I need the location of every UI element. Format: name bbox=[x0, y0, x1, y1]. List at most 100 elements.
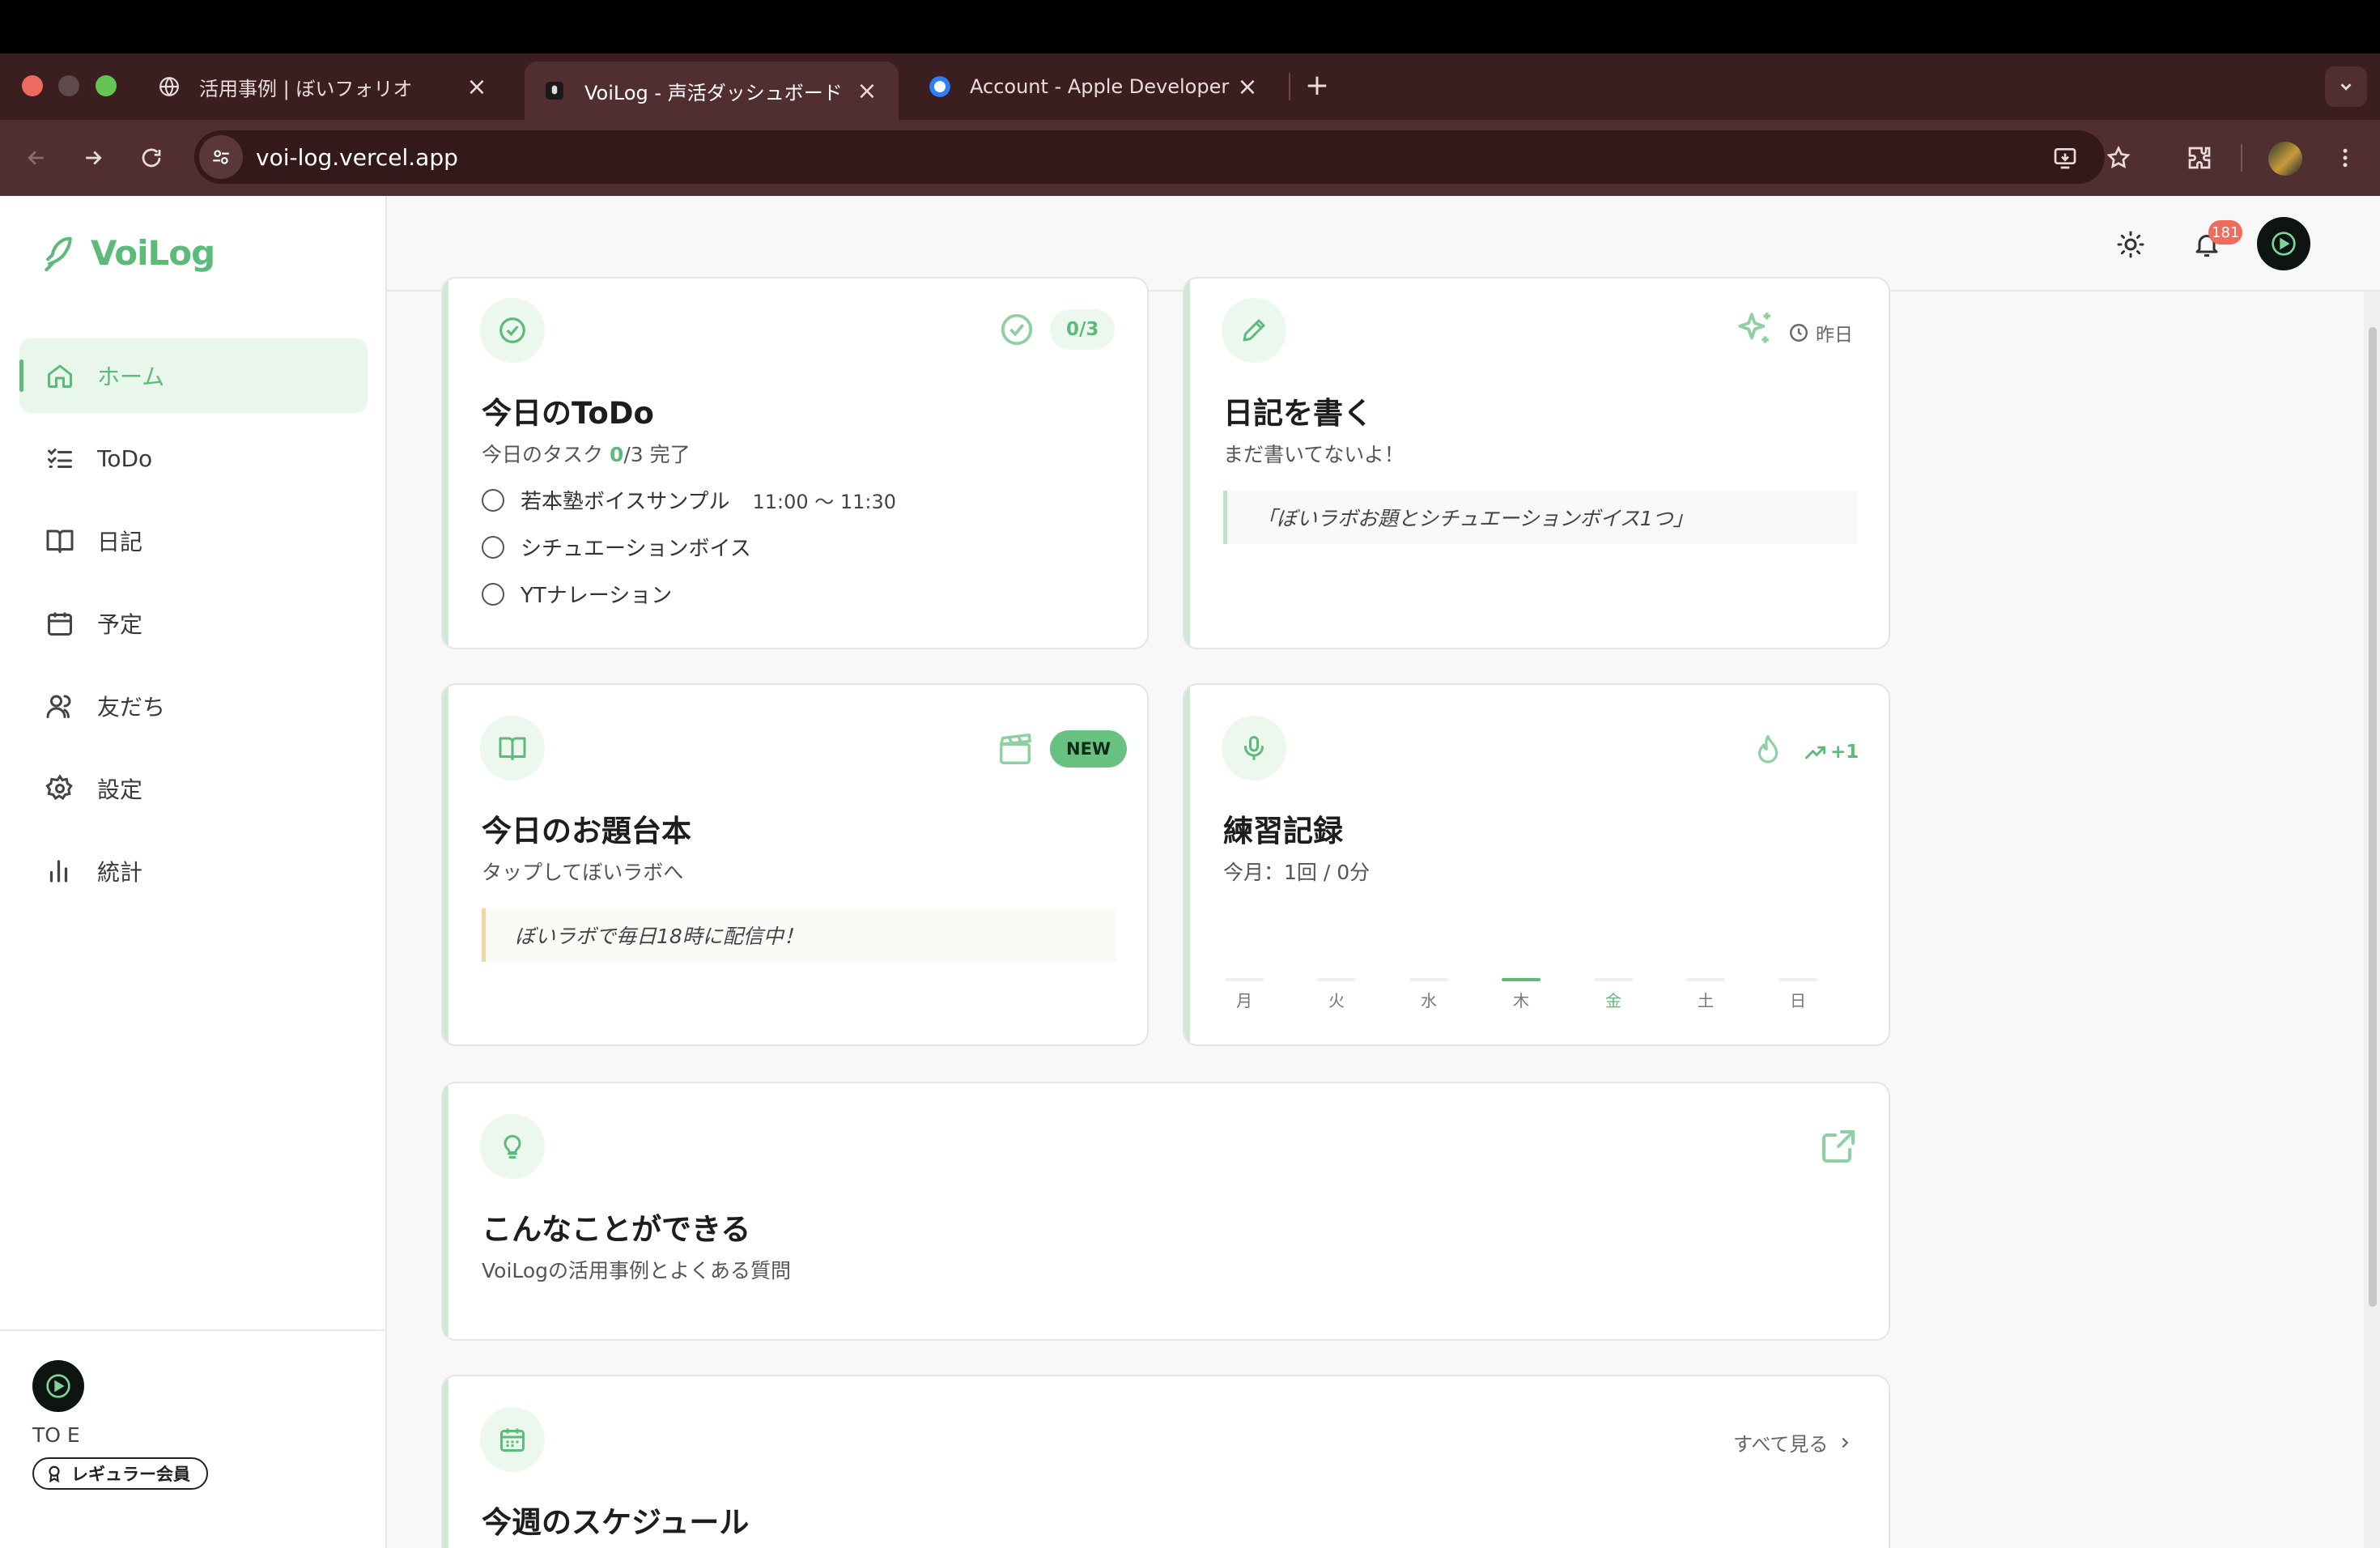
install-app-button[interactable] bbox=[2046, 139, 2084, 176]
new-tab-button[interactable]: + bbox=[1300, 65, 1334, 105]
sidebar-item-diary[interactable]: 日記 bbox=[19, 504, 368, 578]
card-subtitle: タップしてぼいラボへ bbox=[482, 861, 684, 884]
close-window-button[interactable] bbox=[22, 75, 43, 96]
member-badge-label: レギュラー会員 bbox=[71, 1465, 190, 1484]
day-label: 日 bbox=[1790, 991, 1806, 1010]
sidebar-item-schedule[interactable]: 予定 bbox=[19, 586, 368, 661]
user-avatar[interactable] bbox=[32, 1360, 84, 1412]
header-avatar[interactable] bbox=[2257, 217, 2310, 270]
clapperboard-icon bbox=[997, 730, 1034, 771]
day-label: 金 bbox=[1605, 991, 1621, 1010]
card-title: 今日のToDo bbox=[482, 396, 654, 431]
todo-item-label: シチュエーションボイス bbox=[521, 537, 751, 561]
pencil-icon bbox=[1222, 298, 1286, 363]
todo-item[interactable]: YTナレーション bbox=[482, 579, 672, 609]
url-text: voi-log.vercel.app bbox=[256, 143, 458, 171]
close-tab-icon[interactable]: × bbox=[853, 77, 881, 105]
browser-tab-2[interactable]: VoiLog - 声活ダッシュボード × bbox=[525, 62, 899, 120]
todo-checkbox[interactable] bbox=[482, 582, 504, 606]
features-card[interactable]: こんなことができる VoiLogの活用事例とよくある質問 bbox=[441, 1082, 1890, 1341]
member-badge: レギュラー会員 bbox=[32, 1457, 208, 1490]
award-icon bbox=[49, 1465, 60, 1482]
browser-tab-3[interactable]: Account - Apple Developer × bbox=[910, 62, 1279, 112]
notification-count-badge: 181 bbox=[2208, 220, 2243, 245]
bookmark-button[interactable] bbox=[2100, 139, 2137, 176]
sidebar-item-label: ToDo bbox=[97, 444, 153, 472]
sparkles-icon bbox=[1735, 309, 1775, 353]
reload-icon bbox=[142, 148, 161, 168]
todo-card[interactable]: 0/3 今日のToDo 今日のタスク 0/3 完了 若本塾ボイスサンプル 11:… bbox=[441, 277, 1149, 649]
script-card[interactable]: NEW 今日のお題台本 タップしてぼいラボへ ぼいラボで毎日18時に配信中！ bbox=[441, 683, 1149, 1046]
reload-button[interactable] bbox=[133, 139, 170, 176]
notifications-button[interactable]: 181 bbox=[2181, 219, 2243, 270]
browser-tab-1[interactable]: 活用事例 | ぼいフォリオ × bbox=[139, 62, 508, 112]
todo-item-time: 11:00 〜 11:30 bbox=[752, 491, 897, 513]
sidebar-item-stats[interactable]: 統計 bbox=[19, 834, 368, 908]
install-app-icon bbox=[2054, 148, 2076, 169]
todo-summary-prefix: 今日のタスク bbox=[482, 443, 610, 466]
logo[interactable]: VoiLog bbox=[40, 233, 215, 273]
card-title: 練習記録 bbox=[1223, 814, 1343, 848]
card-title: 今週のスケジュール bbox=[482, 1505, 750, 1540]
todo-summary-suffix: 完了 bbox=[643, 443, 691, 466]
todo-item[interactable]: 若本塾ボイスサンプル 11:00 〜 11:30 bbox=[482, 485, 896, 515]
todo-item[interactable]: シチュエーションボイス bbox=[482, 532, 751, 562]
calendar-icon bbox=[44, 607, 76, 640]
sidebar-item-label: 予定 bbox=[97, 611, 143, 638]
sidebar-item-todo[interactable]: ToDo bbox=[19, 421, 368, 495]
profile-avatar[interactable] bbox=[2268, 142, 2302, 176]
schedule-card[interactable]: すべて見る 今週のスケジュール bbox=[441, 1375, 1890, 1548]
forward-button[interactable] bbox=[74, 139, 112, 176]
calendar-icon bbox=[480, 1407, 545, 1472]
close-tab-icon[interactable]: × bbox=[1234, 73, 1261, 101]
card-title: こんなことができる bbox=[482, 1212, 751, 1247]
chevron-right-icon bbox=[1842, 1437, 1849, 1448]
sidebar-item-friends[interactable]: 友だち bbox=[19, 669, 368, 743]
practice-card[interactable]: +1 練習記録 今月：1回 / 0分 月 火 水 木 金 土 日 bbox=[1183, 683, 1890, 1046]
day-bar bbox=[1409, 978, 1448, 981]
diary-card[interactable]: 昨日 日記を書く まだ書いてないよ！ 「ぼいラボお題とシチュエーションボイス1つ… bbox=[1183, 277, 1890, 649]
external-link-icon[interactable] bbox=[1819, 1127, 1858, 1169]
todo-summary-done: 0 bbox=[609, 443, 624, 466]
user-panel: TO E レギュラー会員 bbox=[0, 1329, 387, 1548]
more-vertical-icon bbox=[2343, 148, 2348, 168]
gear-icon bbox=[44, 772, 76, 805]
extensions-button[interactable] bbox=[2181, 139, 2218, 176]
tab-title: 活用事例 | ぼいフォリオ bbox=[199, 77, 413, 100]
scrollbar-thumb[interactable] bbox=[2369, 327, 2377, 1307]
sidebar-item-settings[interactable]: 設定 bbox=[19, 751, 368, 826]
address-bar[interactable]: voi-log.vercel.app bbox=[194, 130, 2105, 184]
diary-meta-label: 昨日 bbox=[1816, 325, 1853, 346]
practice-trend: +1 bbox=[1804, 742, 1859, 763]
home-icon bbox=[44, 359, 76, 392]
sidebar-item-home[interactable]: ホーム bbox=[19, 338, 368, 413]
site-info-icon[interactable] bbox=[199, 135, 243, 179]
screen-top-edge bbox=[0, 0, 2380, 53]
arrow-right-icon bbox=[86, 151, 102, 165]
sidebar-item-label: 統計 bbox=[97, 859, 143, 886]
check-circle-icon bbox=[998, 311, 1035, 351]
day-bar bbox=[1686, 978, 1725, 981]
tab-search-button[interactable] bbox=[2325, 66, 2367, 107]
back-button[interactable] bbox=[18, 139, 55, 176]
theme-toggle-button[interactable] bbox=[2105, 219, 2157, 270]
app-root: VoiLog ホーム ToDo 日記 予定 友だち 設定 統計 TO E レギュ… bbox=[0, 196, 2380, 1548]
minimize-window-button[interactable] bbox=[58, 75, 79, 96]
practice-trend-label: +1 bbox=[1830, 742, 1859, 763]
todo-checkbox[interactable] bbox=[482, 488, 504, 512]
clock-icon bbox=[1790, 324, 1808, 342]
todo-item-label: 若本塾ボイスサンプル bbox=[521, 490, 730, 514]
day-bar bbox=[1502, 978, 1541, 981]
fullscreen-window-button[interactable] bbox=[96, 75, 117, 96]
todo-progress-pill: 0/3 bbox=[1050, 309, 1116, 350]
book-open-icon bbox=[480, 716, 545, 780]
browser-menu-button[interactable] bbox=[2327, 139, 2364, 176]
todo-checkbox[interactable] bbox=[482, 535, 504, 559]
sidebar-item-label: 設定 bbox=[97, 776, 143, 803]
close-tab-icon[interactable]: × bbox=[463, 73, 491, 101]
diary-quote: 「ぼいラボお題とシチュエーションボイス1つ」 bbox=[1223, 491, 1858, 544]
chevron-down-icon bbox=[2340, 83, 2352, 91]
check-circle-icon bbox=[480, 298, 545, 363]
see-all-link[interactable]: すべて見る bbox=[1733, 1428, 1854, 1457]
play-circle-icon bbox=[46, 1374, 70, 1398]
